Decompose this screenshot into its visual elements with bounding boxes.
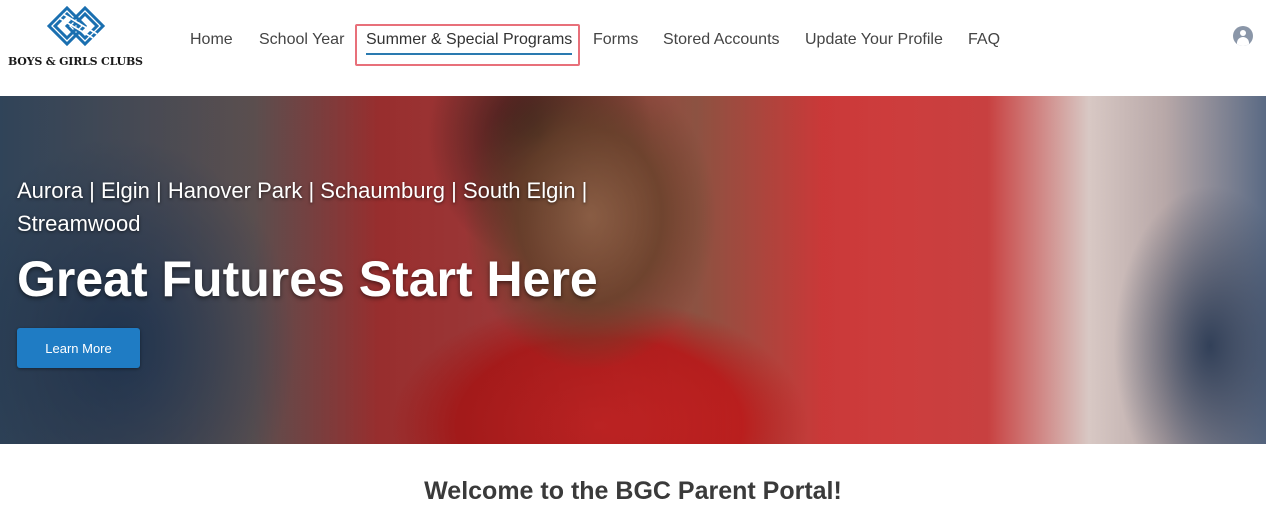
nav-item-stored-accounts[interactable]: Stored Accounts (663, 31, 780, 49)
site-header: BOYS & GIRLS CLUBS Home School Year Summ… (0, 0, 1266, 96)
hero-locations: Aurora | Elgin | Hanover Park | Schaumbu… (17, 178, 588, 236)
brand-logo[interactable]: BOYS & GIRLS CLUBS (8, 4, 144, 70)
nav-item-forms[interactable]: Forms (593, 31, 638, 49)
nav-item-update-profile[interactable]: Update Your Profile (805, 31, 943, 49)
learn-more-button[interactable]: Learn More (17, 328, 140, 368)
nav-item-summer-special-programs[interactable]: Summer & Special Programs (366, 31, 573, 55)
nav-item-home[interactable]: Home (190, 31, 233, 49)
hero-banner: Aurora | Elgin | Hanover Park | Schaumbu… (0, 96, 1266, 444)
clubs-logo-icon (46, 5, 106, 47)
brand-name: BOYS & GIRLS CLUBS (8, 55, 143, 68)
welcome-heading: Welcome to the BGC Parent Portal! (424, 477, 842, 505)
avatar-body (1237, 37, 1249, 46)
hero-title: Great Futures Start Here (17, 251, 598, 307)
nav-item-school-year[interactable]: School Year (259, 31, 344, 49)
nav-item-faq[interactable]: FAQ (968, 31, 1000, 49)
avatar-head (1240, 30, 1246, 36)
active-underline (366, 53, 573, 55)
nav-item-label: Summer & Special Programs (366, 31, 573, 48)
user-avatar-icon[interactable] (1233, 26, 1253, 46)
